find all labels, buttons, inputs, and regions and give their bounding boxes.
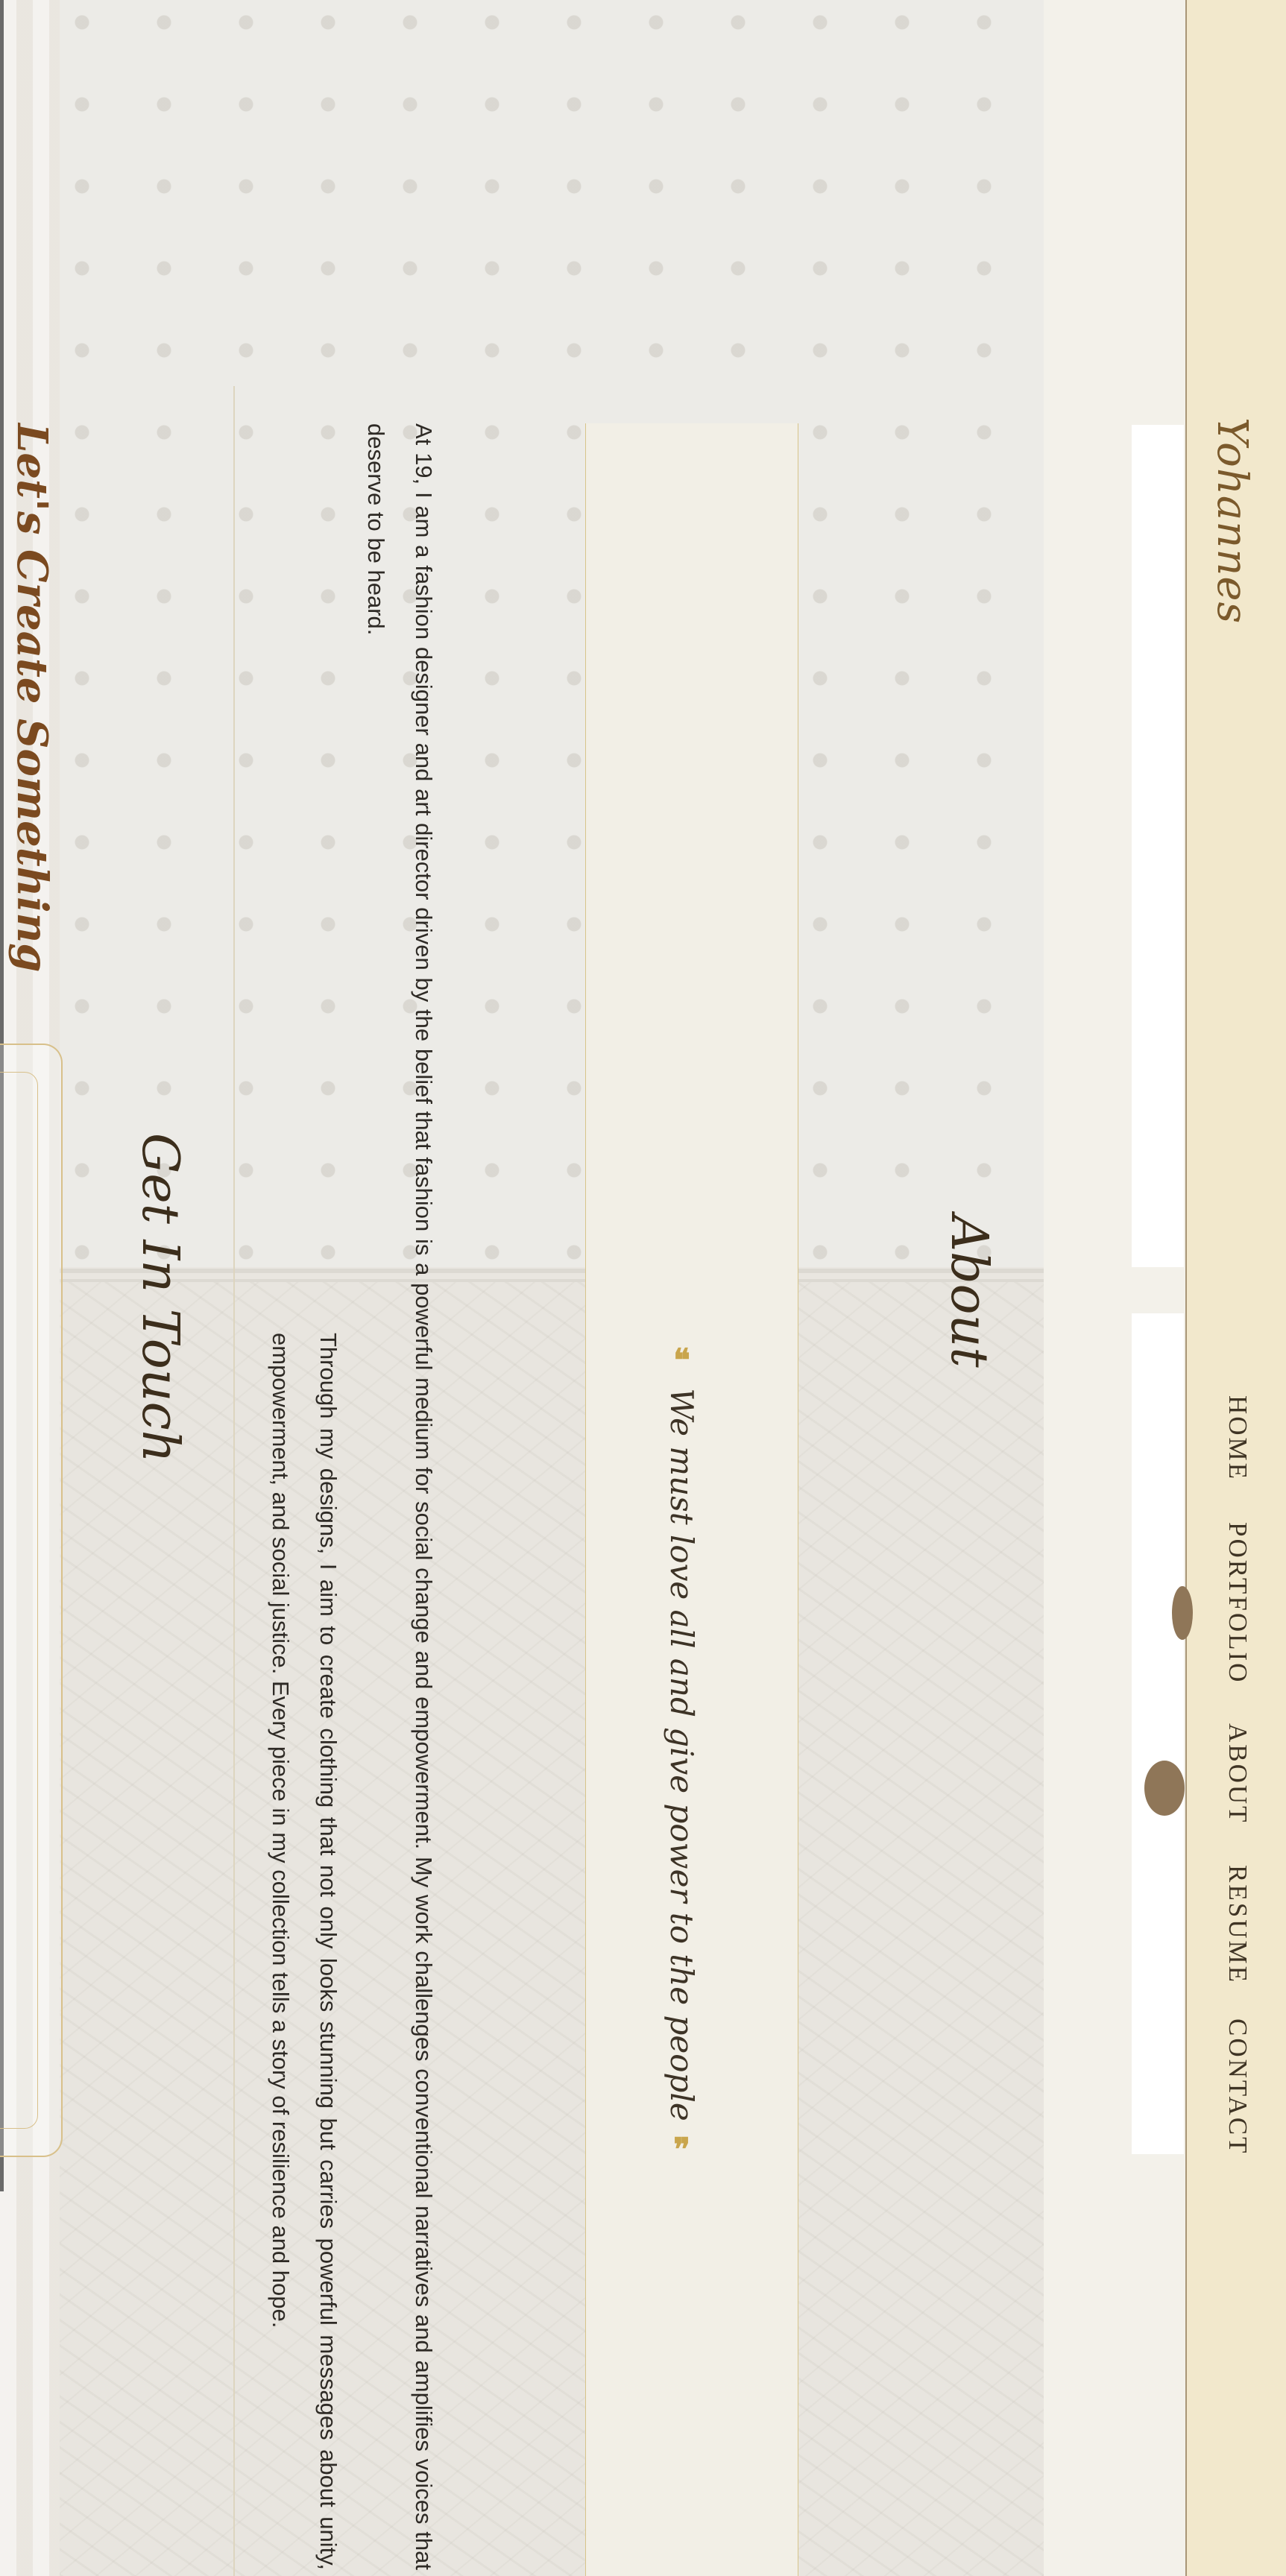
paint-splash-decoration [1144, 1761, 1185, 1816]
paint-splash-decoration [1172, 1586, 1193, 1640]
quote-text: ❝ We must love all and give power to the… [664, 1342, 700, 2168]
quote-body: We must love all and give power to the p… [664, 1388, 700, 2121]
contact-card-inner [0, 1072, 38, 2129]
contact-card [0, 1044, 63, 2157]
nav-resume[interactable]: RESUME [1223, 1865, 1252, 1984]
floral-pattern [60, 1282, 1044, 2576]
bio-paragraph-2: Through my designs, I aim to create clot… [268, 1333, 341, 2570]
site-logo[interactable]: Yohannes [1208, 417, 1256, 624]
contact-heading: Let's Create Something [7, 423, 57, 973]
nav-contact[interactable]: CONTACT [1223, 2018, 1252, 2155]
contact-title: Get In Touch [130, 1133, 189, 1463]
bio-paragraph-1: At 19, I am a fashion designer and art d… [363, 423, 437, 2570]
quote-close-icon: ❞ [664, 2131, 700, 2168]
site-header [1185, 0, 1286, 2576]
nav-home[interactable]: HOME [1223, 1395, 1252, 1481]
nav-portfolio[interactable]: PORTFOLIO [1223, 1522, 1252, 1684]
about-bio: At 19, I am a fashion designer and art d… [268, 423, 447, 2570]
nav-about[interactable]: ABOUT [1223, 1723, 1252, 1825]
logo-panel [1132, 425, 1184, 1267]
header-shadow-strip [1044, 0, 1185, 2576]
section-divider [233, 386, 235, 2576]
star-pattern [60, 0, 1044, 1267]
about-title: About [939, 1215, 998, 1368]
quote-open-icon: ❝ [664, 1342, 700, 1378]
nav-panel [1132, 1313, 1184, 2154]
